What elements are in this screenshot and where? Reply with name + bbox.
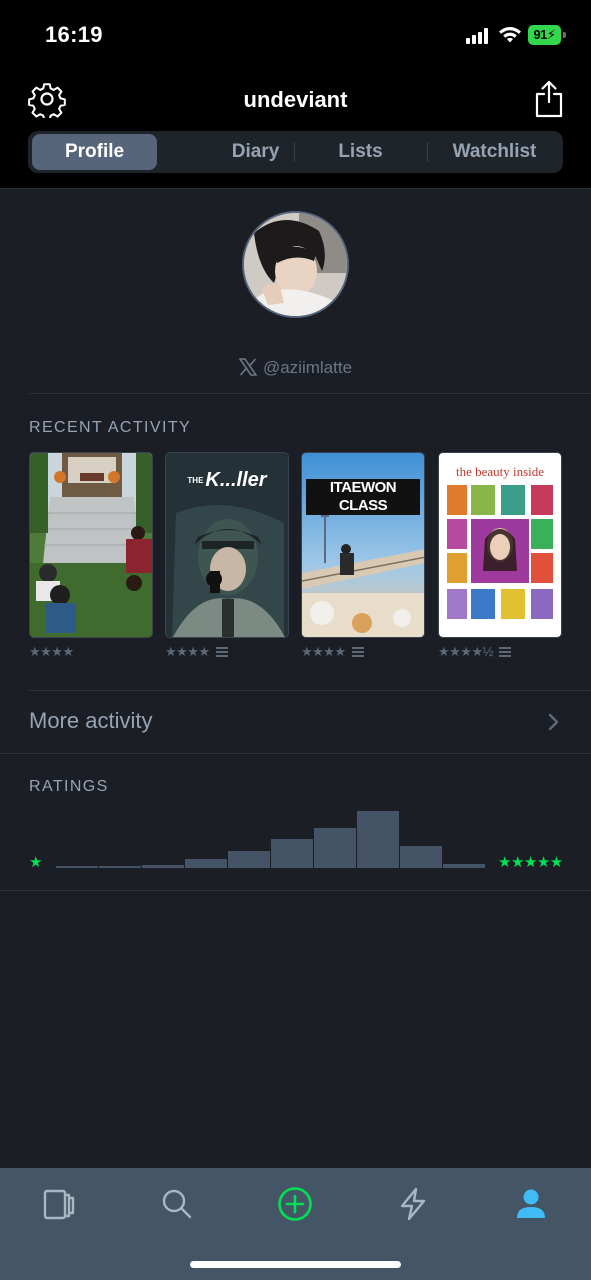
rating-bar-10[interactable] [443, 864, 485, 868]
rating-the-killer: ★★★★ [165, 644, 228, 662]
poster-title-main: K...ller [205, 469, 267, 491]
ratings-title: RATINGS [29, 778, 109, 795]
wifi-icon [499, 27, 521, 43]
poster-the-beauty-inside[interactable]: the beauty inside [438, 452, 562, 638]
twitter-handle: @aziimlatte [262, 358, 353, 377]
recent-activity-title: RECENT ACTIVITY [29, 419, 192, 436]
rating-bar-8[interactable] [357, 811, 399, 868]
home-indicator[interactable] [190, 1261, 401, 1268]
poster-itaewon-class[interactable]: ITAEWON CLASS [301, 452, 425, 638]
profile-tabs: Profile Diary Lists Watchlist [28, 131, 563, 173]
section-divider [0, 753, 591, 754]
header-divider [0, 188, 591, 189]
films-icon[interactable] [41, 1186, 77, 1222]
poster-film-1[interactable] [29, 452, 153, 638]
more-activity-row[interactable]: More activity [0, 691, 591, 753]
search-icon[interactable] [159, 1186, 195, 1222]
rating-bar-2[interactable] [99, 866, 141, 868]
rating-bar-3[interactable] [142, 865, 184, 868]
rating-bar-6[interactable] [271, 839, 313, 868]
review-icon [498, 647, 511, 657]
rating-film-1: ★★★★ [29, 644, 74, 662]
profile-header: undeviant [0, 70, 591, 130]
rating-itaewon-class: ★★★★ [301, 644, 364, 662]
avatar[interactable] [242, 211, 349, 318]
activity-icon[interactable] [395, 1186, 431, 1222]
rating-bar-1[interactable] [56, 866, 98, 868]
rating-bar-7[interactable] [314, 828, 356, 868]
status-time: 16:19 [45, 22, 103, 47]
more-activity-label: More activity [29, 708, 153, 733]
rating-bar-9[interactable] [400, 846, 442, 868]
star-rating: ★★★★½ [438, 644, 493, 659]
tab-profile[interactable]: Profile [32, 134, 157, 170]
status-bar: 16:19 91⚡ [0, 0, 591, 70]
profile-icon[interactable] [513, 1186, 549, 1222]
share-icon[interactable] [534, 80, 564, 118]
star-rating: ★★★★ [29, 644, 74, 659]
profile-username: undeviant [243, 87, 348, 112]
add-log-icon[interactable] [277, 1186, 313, 1222]
tab-watchlist[interactable]: Watchlist [428, 134, 561, 170]
cellular-signal-icon [466, 28, 490, 44]
poster-the-killer[interactable]: THE K...ller [165, 452, 289, 638]
battery-indicator: 91⚡ [528, 25, 566, 45]
star-rating: ★★★★ [301, 644, 346, 659]
rating-the-beauty-inside: ★★★★½ [438, 644, 511, 662]
tab-lists[interactable]: Lists [294, 134, 427, 170]
star-rating: ★★★★ [165, 644, 210, 659]
poster-title-prefix: THE [187, 476, 204, 485]
ratings-max-label: ★★★★★ [498, 854, 563, 871]
top-bar: 16:19 91⚡ undeviant Profile Diary Lists … [0, 0, 591, 188]
poster-title: the beauty inside [455, 464, 545, 479]
poster-title: ITAEWON CLASS [306, 479, 420, 515]
chevron-right-icon [548, 713, 559, 731]
review-icon [351, 647, 364, 657]
rating-bar-5[interactable] [228, 851, 270, 868]
battery-level: 91 [533, 27, 547, 42]
rating-bar-4[interactable] [185, 859, 227, 868]
ratings-min-label: ★ [29, 854, 42, 871]
ratings-histogram: ★ ★★★★★ [0, 800, 591, 880]
profile-divider [29, 393, 591, 394]
x-twitter-icon [238, 358, 257, 376]
ratings-divider [0, 890, 591, 891]
review-icon [215, 647, 228, 657]
twitter-link[interactable]: @aziimlatte [0, 358, 591, 380]
